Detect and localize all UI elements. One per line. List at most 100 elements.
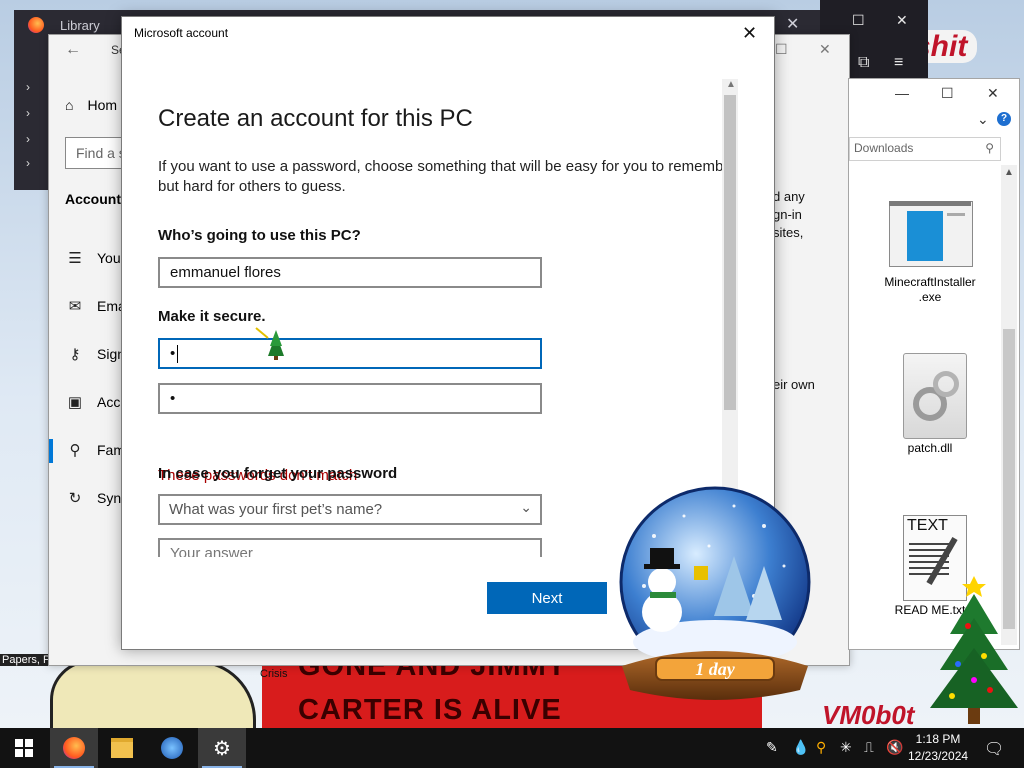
reenter-password-value: • (170, 390, 176, 407)
dialog-title: Microsoft account (134, 26, 229, 40)
settings-nav-email[interactable]: ✉ Ema (65, 297, 126, 315)
search-text: Downloads (854, 141, 914, 155)
close-icon[interactable]: ✕ (742, 23, 757, 44)
clock-time: 1:18 PM (915, 732, 961, 746)
library-title: Library (60, 18, 100, 33)
peek-text: eir own (773, 377, 815, 392)
settings-home-link[interactable]: ⌂ Hom (65, 97, 117, 113)
description-line: If you want to use a password, choose so… (158, 158, 722, 175)
maximize-icon[interactable]: ☐ (941, 85, 954, 102)
file-explorer-window: — ☐ ✕ ⌄ ? Downloads ⚲ ▲ MinecraftInstall… (848, 78, 1020, 650)
maximize-icon[interactable]: ☐ (775, 41, 788, 58)
dll-gear-icon (895, 353, 967, 439)
chevron-right-icon[interactable]: › (26, 132, 30, 146)
answer-placeholder: Your answer (170, 545, 253, 557)
description-line: but hard for others to guess. (158, 178, 346, 195)
search-icon: ⚲ (985, 141, 994, 155)
wallpaper-banner-line2: CARTER IS ALIVE (298, 694, 562, 726)
snowglobe-label: 1 day (695, 659, 736, 679)
settings-nav-family[interactable]: ⚲ Fam (65, 441, 126, 459)
security-answer-field[interactable]: Your answer (158, 538, 542, 557)
snowglobe-widget[interactable]: 1 day (614, 486, 816, 700)
taskbar-settings[interactable]: ⚙ (198, 728, 246, 768)
dialog-content: Create an account for this PC If you wan… (122, 57, 722, 557)
chevron-down-icon[interactable]: ⌄ (977, 111, 989, 128)
tray-search-icon[interactable]: ⚲ (816, 739, 826, 756)
firefox-icon (28, 17, 44, 33)
security-question-select[interactable]: What was your first pet’s name? ⌄ (158, 494, 542, 525)
close-icon[interactable]: ✕ (819, 41, 831, 58)
maximize-icon[interactable]: ☐ (852, 12, 865, 29)
help-icon[interactable]: ? (997, 112, 1011, 126)
wallpaper-figure (50, 660, 256, 728)
username-value: emmanuel flores (170, 264, 281, 281)
dialog-heading: Create an account for this PC (158, 105, 473, 132)
christmas-tree-decoration (930, 576, 1018, 724)
wallpaper-vm-text: VM0b0t (822, 700, 915, 728)
security-question-value: What was your first pet’s name? (169, 501, 383, 518)
forget-label: In case you forget your password (158, 465, 398, 482)
notification-icon[interactable]: 🗨 (984, 739, 1004, 759)
chevron-right-icon[interactable]: › (26, 156, 30, 170)
taskbar-clock[interactable]: 1:18 PM 12/23/2024 (908, 731, 968, 765)
password-field[interactable]: • (158, 338, 542, 369)
file-name: patch.dll (907, 441, 953, 455)
file-patch-dll[interactable]: patch.dll (875, 353, 985, 455)
dialog-scroll-thumb[interactable] (724, 95, 736, 410)
tray-drop-icon[interactable]: 💧 (792, 739, 809, 756)
tray-sparkle-icon[interactable]: ✳ (840, 739, 852, 756)
settings-nav-access[interactable]: ▣ Acce (65, 393, 128, 411)
minimize-icon[interactable]: — (895, 85, 909, 101)
menu-icon[interactable]: ≡ (894, 54, 903, 72)
settings-gear-icon: ⚙ (213, 737, 231, 760)
peek-text: gn-in (773, 207, 802, 222)
volume-muted-icon[interactable]: 🔇 (886, 739, 903, 756)
sync-icon: ↻ (68, 490, 82, 507)
who-label: Who’s going to use this PC? (158, 227, 361, 244)
exe-window-icon (889, 201, 973, 267)
chevron-right-icon[interactable]: › (26, 80, 30, 94)
username-field[interactable]: emmanuel flores (158, 257, 542, 288)
taskbar: ⚙ ✎ 💧 ⚲ ✳ ⎍ 🔇 1:18 PM 12/23/2024 🗨 (0, 728, 1024, 768)
next-button[interactable]: Next (487, 582, 607, 614)
close-icon[interactable]: ✕ (987, 85, 999, 102)
chevron-down-icon: ⌄ (520, 499, 532, 515)
key-icon: ⚷ (69, 346, 81, 363)
secure-label: Make it secure. (158, 308, 266, 325)
back-arrow-icon[interactable]: ← (65, 41, 81, 59)
close-icon[interactable]: ✕ (786, 14, 799, 34)
settings-nav-sign-in[interactable]: ⚷ Sign (65, 345, 126, 363)
scroll-up-icon[interactable]: ▲ (1004, 167, 1014, 178)
text-caret (177, 344, 179, 363)
taskbar-firefox[interactable] (50, 728, 98, 768)
settings-nav-your-info[interactable]: ☰ Your (65, 249, 125, 267)
taskbar-app[interactable] (148, 728, 196, 768)
network-icon[interactable]: ⎍ (864, 739, 874, 756)
home-icon: ⌂ (65, 97, 74, 113)
windows-logo-icon (15, 739, 33, 757)
wallpaper-papers-text: Papers, P (0, 654, 53, 666)
file-name: MinecraftInstaller .exe (884, 275, 976, 304)
chevron-right-icon[interactable]: › (26, 106, 30, 120)
taskbar-file-explorer[interactable] (98, 728, 146, 768)
reenter-password-field[interactable]: • (158, 383, 542, 414)
wallpaper-crisis-text: Crisis (260, 668, 288, 680)
email-icon: ✉ (68, 298, 82, 315)
settings-nav-sync[interactable]: ↻ Sync (65, 489, 128, 507)
family-icon: ⚲ (69, 442, 81, 459)
firefox-icon (63, 737, 85, 759)
tray-paint-icon[interactable]: ✎ (766, 739, 778, 756)
file-minecraft-installer[interactable]: MinecraftInstaller .exe (875, 201, 985, 305)
library-sidebar: › › › › (14, 50, 50, 190)
explorer-search-input[interactable]: Downloads ⚲ (849, 137, 1001, 161)
user-info-icon: ☰ (68, 250, 82, 267)
close-icon[interactable]: ✕ (896, 12, 908, 29)
tree-cursor-icon (255, 327, 284, 360)
selected-indicator (49, 439, 53, 463)
scroll-up-icon[interactable]: ▲ (726, 79, 736, 90)
extensions-icon[interactable]: ⧉ (858, 54, 869, 72)
briefcase-icon: ▣ (67, 394, 83, 411)
peek-text: sites, (773, 225, 804, 240)
start-button[interactable] (0, 728, 48, 768)
settings-section-title: Accounts (65, 191, 129, 207)
